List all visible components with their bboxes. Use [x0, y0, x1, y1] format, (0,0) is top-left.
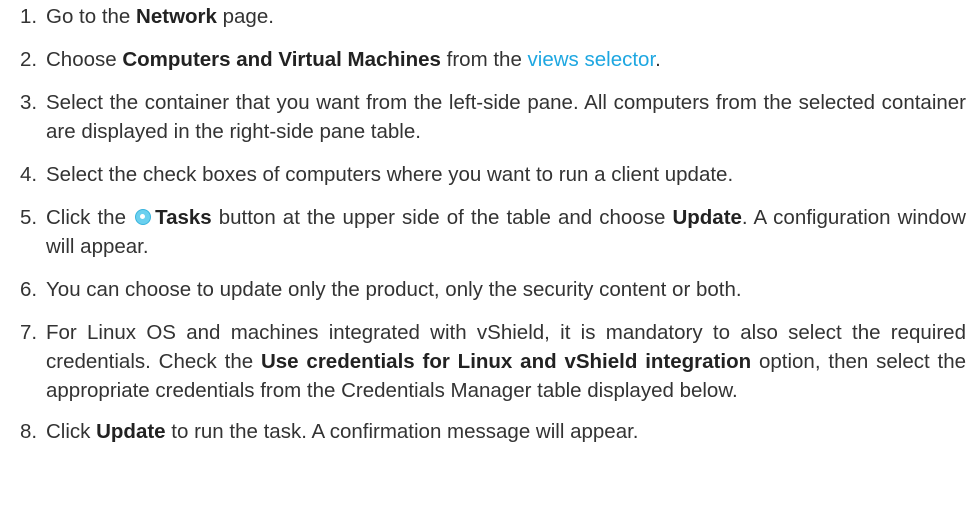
step-4: 4. Select the check boxes of computers w…: [0, 160, 980, 189]
step-text: You can choose to update only the produc…: [46, 278, 742, 301]
step-6: 6. You can choose to update only the pro…: [0, 275, 980, 304]
step-text: Select the check boxes of computers wher…: [46, 163, 734, 186]
step-7: 7. For Linux OS and machines integrated …: [0, 318, 980, 405]
tasks-icon: [135, 209, 152, 225]
step-3: 3. Select the container that you want fr…: [0, 88, 980, 146]
tasks-button-name: Tasks: [155, 206, 212, 229]
network-page-name: Network: [136, 5, 217, 28]
step-number: 3.: [20, 91, 38, 114]
step-number: 4.: [20, 163, 38, 186]
update-button-name: Update: [96, 420, 166, 443]
step-text: Go to the Network page.: [46, 5, 274, 28]
step-text: Click Update to run the task. A confirma…: [46, 420, 639, 443]
step-8: 8. Click Update to run the task. A confi…: [0, 417, 980, 446]
instruction-list: 1. Go to the Network page. 2. Choose Com…: [0, 0, 980, 446]
views-selector-link[interactable]: views selector: [528, 48, 656, 71]
step-number: 5.: [20, 206, 38, 229]
credentials-option-name: Use credentials for Linux and vShield in…: [260, 350, 752, 373]
view-name: Computers and Virtual Machines: [122, 48, 441, 71]
step-1: 1. Go to the Network page.: [0, 2, 980, 31]
step-number: 6.: [20, 278, 38, 301]
step-number: 7.: [20, 321, 38, 344]
step-2: 2. Choose Computers and Virtual Machines…: [0, 45, 980, 74]
step-number: 8.: [20, 420, 38, 443]
update-option-name: Update: [672, 206, 742, 229]
step-text: Choose Computers and Virtual Machines fr…: [46, 48, 661, 71]
step-number: 1.: [20, 5, 38, 28]
step-5: 5. Click the Tasks button at the upper s…: [0, 203, 980, 261]
step-text: For Linux OS and machines integrated wit…: [46, 321, 967, 402]
step-text: Click the Tasks button at the upper side…: [46, 206, 966, 258]
step-text: Select the container that you want from …: [46, 91, 966, 143]
step-number: 2.: [20, 48, 38, 71]
